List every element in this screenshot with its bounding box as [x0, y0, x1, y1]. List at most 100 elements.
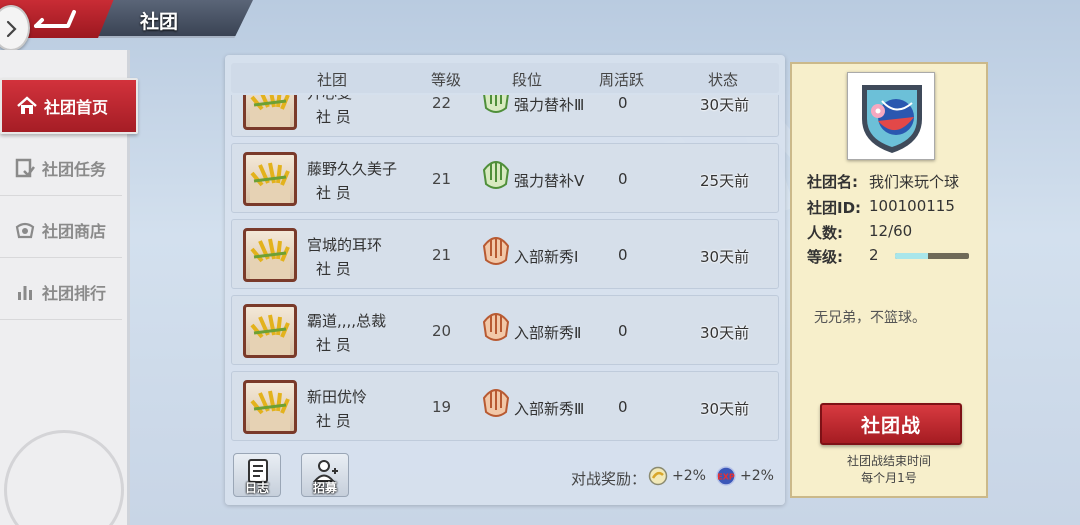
- club-info-panel: 社团名: 我们来玩个球 社团ID: 100100115 人数: 12/60 等级…: [790, 62, 988, 498]
- member-rank: 强力替补Ⅲ: [514, 96, 585, 114]
- log-button-label: 日志: [244, 481, 269, 495]
- club-id-key: 社团ID:: [807, 199, 862, 217]
- shop-icon: [15, 222, 35, 238]
- sidebar-item-club-shop[interactable]: 社团商店: [0, 202, 122, 258]
- club-motto: 无兄弟，不篮球。: [814, 310, 926, 326]
- member-name: 藤野久久美子: [307, 160, 398, 178]
- member-name: 霸道,,,,总裁: [307, 312, 387, 330]
- column-header-level: 等级: [431, 71, 462, 89]
- member-avatar[interactable]: [243, 95, 297, 130]
- club-id-row: 社团ID: 100100115: [807, 197, 955, 218]
- member-name: 开心雯: [307, 95, 352, 103]
- member-last-active: 30天前: [700, 400, 750, 418]
- club-war-button[interactable]: 社团战: [820, 403, 962, 445]
- exp-badge-text: EXP: [717, 473, 735, 482]
- avatar-icon: [250, 162, 290, 203]
- back-arrow-icon[interactable]: [32, 7, 78, 31]
- sidebar-item-label: 社团排行: [42, 283, 107, 303]
- sidebar-item-label: 社团首页: [44, 98, 109, 117]
- sidebar-item-club-tasks[interactable]: 社团任务: [0, 140, 122, 196]
- member-name: 宫城的耳环: [307, 236, 383, 254]
- club-name-row: 社团名: 我们来玩个球: [807, 171, 959, 192]
- club-emblem-icon: [862, 85, 922, 153]
- member-rank: 入部新秀Ⅰ: [514, 248, 579, 266]
- rank-badge-icon: [482, 389, 510, 417]
- club-id-value: 100100115: [869, 197, 955, 215]
- member-weekly-activity: 0: [618, 322, 628, 340]
- member-row[interactable]: 宫城的耳环社 员 21 入部新秀Ⅰ 0 30天前: [231, 219, 779, 289]
- rank-badge-icon: [482, 313, 510, 341]
- member-rank: 入部新秀Ⅲ: [514, 400, 585, 418]
- club-emblem: [847, 72, 935, 160]
- member-row[interactable]: 藤野久久美子社 员 21 强力替补Ⅴ 0 25天前: [231, 143, 779, 213]
- column-header-rank: 段位: [512, 71, 543, 89]
- member-role: 社 员: [316, 184, 351, 202]
- avatar-icon: [250, 95, 290, 127]
- page-title: 社团: [140, 11, 179, 33]
- club-members-row: 人数: 12/60: [807, 222, 912, 243]
- member-last-active: 30天前: [700, 248, 750, 266]
- member-name: 新田优怜: [307, 388, 368, 406]
- sidebar-item-label: 社团商店: [42, 221, 107, 241]
- home-icon: [17, 96, 37, 114]
- club-members-value: 12/60: [869, 222, 913, 240]
- club-level-progress-fill: [895, 253, 929, 259]
- sidebar-item-club-ranking[interactable]: 社团排行: [0, 264, 122, 320]
- member-avatar[interactable]: [243, 380, 297, 434]
- avatar-icon: [250, 390, 290, 431]
- member-avatar[interactable]: [243, 304, 297, 358]
- member-row[interactable]: 新田优怜社 员 19 入部新秀Ⅲ 0 30天前: [231, 371, 779, 441]
- ranking-icon: [18, 285, 32, 300]
- member-level: 21: [432, 246, 452, 264]
- member-row[interactable]: 开心雯社 员 22 强力替补Ⅲ 0 30天前: [231, 95, 779, 137]
- member-role: 社 员: [316, 260, 351, 278]
- sidebar-item-label: 社团任务: [42, 159, 107, 179]
- sidebar: 社团首页 社团任务 社团商店 社团排行: [0, 50, 138, 525]
- log-button[interactable]: 日志: [233, 453, 281, 497]
- member-avatar[interactable]: [243, 152, 297, 206]
- member-last-active: 25天前: [700, 172, 750, 190]
- recruit-button-label: 招募: [312, 481, 337, 495]
- club-level-key: 等级:: [807, 248, 843, 266]
- table-header: 社团 等级 段位 周活跃 状态: [231, 63, 779, 93]
- member-last-active: 30天前: [700, 324, 750, 342]
- club-level-row: 等级: 2: [807, 246, 879, 267]
- coin-bonus-value: +2%: [672, 468, 706, 484]
- member-weekly-activity: 0: [618, 246, 628, 264]
- member-level: 20: [432, 322, 452, 340]
- exp-icon: EXP: [716, 466, 736, 486]
- rank-badge-icon: [482, 237, 510, 265]
- club-level-value: 2: [869, 246, 879, 264]
- avatar-icon: [250, 314, 290, 355]
- club-members-key: 人数:: [807, 224, 843, 242]
- column-header-club: 社团: [317, 71, 348, 89]
- member-role: 社 员: [316, 412, 351, 430]
- member-level: 22: [432, 95, 452, 112]
- exp-bonus-value: +2%: [740, 468, 774, 484]
- member-level: 21: [432, 170, 452, 188]
- rank-badge-icon: [483, 95, 509, 113]
- club-level-progress-bar: [895, 253, 969, 259]
- basketball-watermark: [4, 430, 124, 525]
- sidebar-item-club-home[interactable]: 社团首页: [0, 78, 138, 134]
- member-weekly-activity: 0: [618, 170, 628, 188]
- column-header-weekly-activity: 周活跃: [599, 71, 645, 89]
- battle-reward-label: 对战奖励：: [571, 470, 647, 488]
- member-list[interactable]: 开心雯社 员22强力替补Ⅲ030天前藤野久久美子社 员21强力替补Ⅴ025天前宫…: [231, 95, 779, 447]
- task-icon: [15, 158, 35, 177]
- member-weekly-activity: 0: [618, 398, 628, 416]
- member-role: 社 员: [316, 336, 351, 354]
- member-row[interactable]: 霸道,,,,总裁社 员 20 入部新秀Ⅱ 0 30天前: [231, 295, 779, 365]
- avatar-icon: [250, 238, 290, 279]
- club-name-key: 社团名:: [807, 173, 858, 191]
- club-war-note-title: 社团战结束时间: [846, 454, 931, 468]
- member-avatar[interactable]: [243, 228, 297, 282]
- member-last-active: 30天前: [700, 96, 750, 114]
- member-weekly-activity: 0: [618, 95, 628, 112]
- club-war-note-date: 每个月1号: [861, 471, 917, 485]
- recruit-button[interactable]: 招募: [301, 453, 349, 497]
- member-rank: 强力替补Ⅴ: [514, 172, 585, 190]
- top-bar: 社团: [0, 0, 260, 51]
- member-level: 19: [432, 398, 452, 416]
- member-list-panel: 社团 等级 段位 周活跃 状态 开心雯社 员22强力替补Ⅲ030天前藤野久久美子…: [225, 55, 785, 505]
